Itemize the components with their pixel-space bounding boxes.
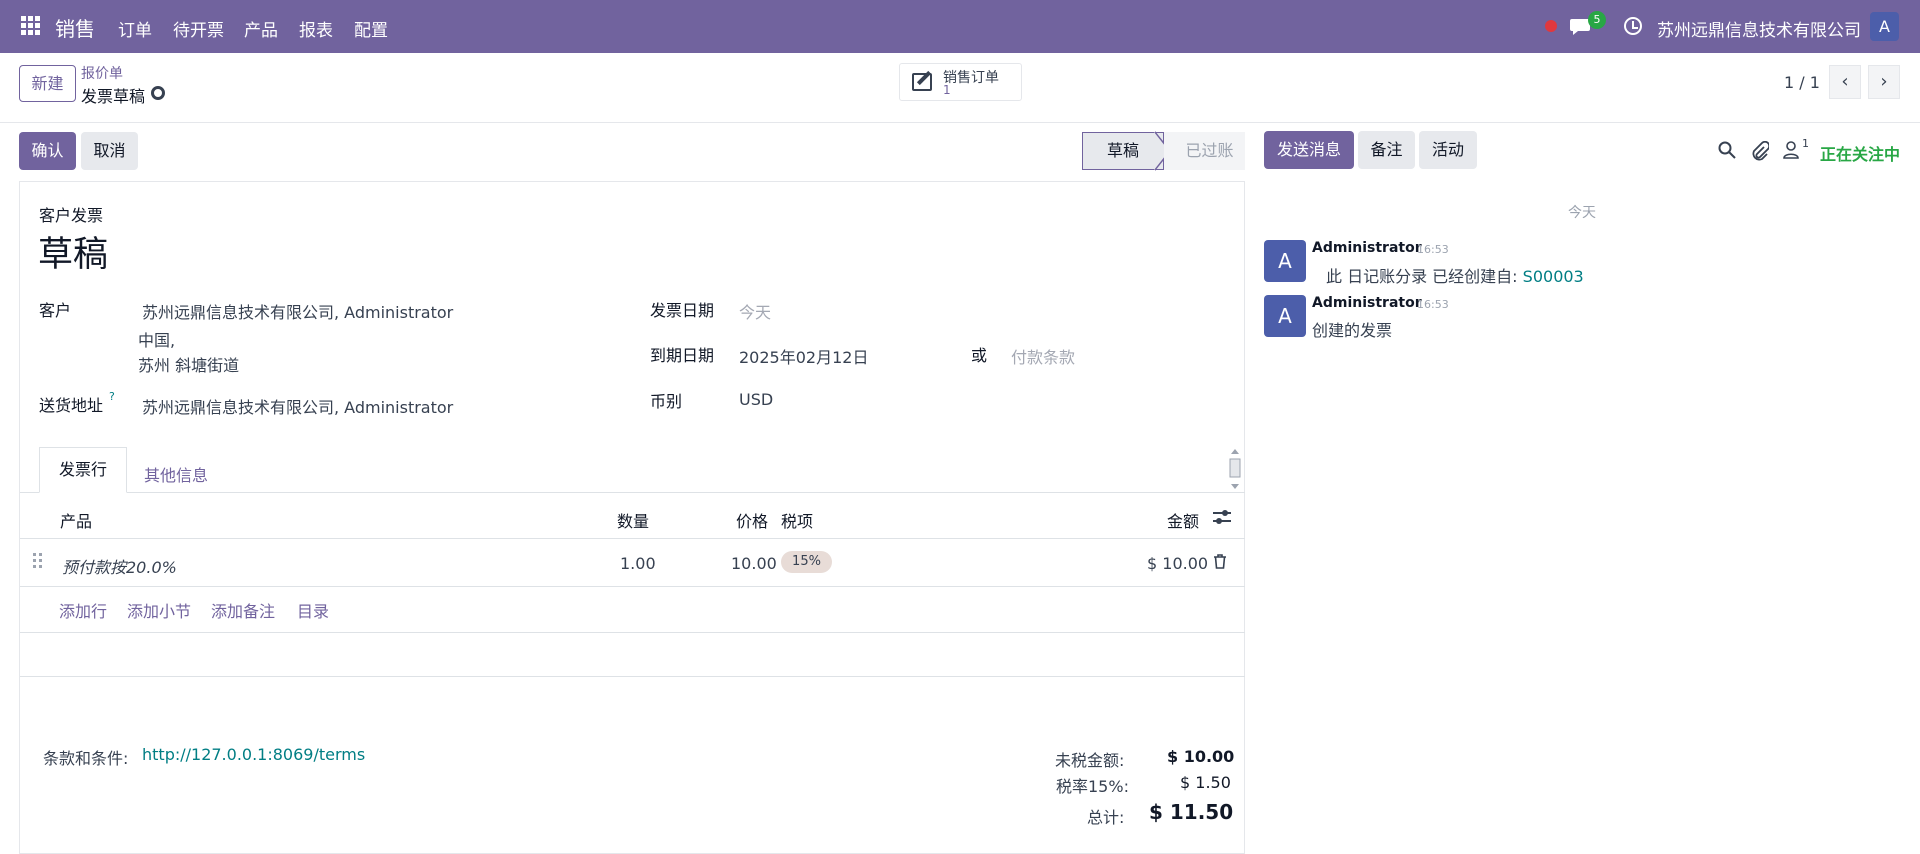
new-button[interactable]: 新建 [19,65,76,102]
customer-address-line2: 苏州 斜塘街道 [138,356,240,375]
terms-label: 条款和条件: [43,749,129,768]
line-price[interactable]: 10.00 [731,554,777,573]
menu-reports[interactable]: 报表 [299,16,333,41]
line-amount: $ 10.00 [1147,554,1209,573]
col-quantity[interactable]: 数量 [617,508,649,532]
user-avatar[interactable]: A [1870,12,1899,41]
followers-icon[interactable] [1783,141,1799,159]
divider [20,676,1246,677]
top-navbar: 销售 订单 待开票 产品 报表 配置 5 苏州远鼎信息技术有限公司 A [0,0,1920,53]
recording-indicator-icon[interactable] [1545,20,1557,32]
add-line-link[interactable]: 添加行 [59,598,107,622]
lines-table-header: 产品 数量 价格 税项 金额 [20,493,1246,539]
due-date-field[interactable]: 2025年02月12日 [739,344,868,368]
stage-draft[interactable]: 草稿 [1082,132,1164,170]
menu-products[interactable]: 产品 [244,16,278,41]
tax-value: $ 1.50 [1180,773,1231,792]
total-value: $ 11.50 [1149,800,1234,824]
due-date-label: 到期日期 [650,346,715,365]
delivery-address-field[interactable]: 苏州远鼎信息技术有限公司, Administrator [142,394,453,418]
message-body: 此 日记账分录 已经创建自: S00003 [1326,263,1584,287]
delivery-address-label: 送货地址 [39,396,104,415]
drag-handle-icon[interactable] [33,553,43,569]
trash-icon[interactable] [1214,554,1226,569]
form-sheet: 客户发票 草稿 客户 苏州远鼎信息技术有限公司, Administrator 中… [19,181,1246,854]
sales-order-smart-button[interactable]: 销售订单 1 [899,63,1022,101]
followers-count: 1 [1802,137,1809,150]
customer-field[interactable]: 苏州远鼎信息技术有限公司, Administrator [142,299,453,323]
catalog-link[interactable]: 目录 [297,598,329,622]
invoice-date-field[interactable]: 今天 [739,299,771,323]
activity-clock-icon[interactable] [1624,17,1642,35]
company-switcher[interactable]: 苏州远鼎信息技术有限公司 [1657,16,1861,41]
line-product[interactable]: 预付款按20.0% [62,554,177,578]
line-quantity[interactable]: 1.00 [620,554,656,573]
tax-badge[interactable]: 15% [781,551,832,573]
pager-next-icon[interactable]: › [1868,65,1900,99]
menu-orders[interactable]: 订单 [118,16,152,41]
customer-address-line1: 中国, [138,331,176,350]
avatar[interactable]: A [1264,295,1306,337]
stage-posted[interactable]: 已过账 [1164,132,1245,170]
smart-button-count: 1 [943,83,951,97]
total-label: 总计: [1087,808,1125,827]
invoice-date-label: 发票日期 [650,301,715,320]
paperclip-icon[interactable] [1751,141,1769,161]
tab-other-info[interactable]: 其他信息 [144,462,208,486]
cancel-button[interactable]: 取消 [81,132,138,170]
terms-link[interactable]: http://127.0.0.1:8069/terms [142,745,365,764]
untaxed-amount-label: 未税金额: [1055,751,1125,770]
tab-invoice-lines[interactable]: 发票行 [39,447,127,493]
gear-icon[interactable] [151,86,165,100]
message-time: 16:53 [1417,298,1449,311]
scroll-handle-icon[interactable] [1229,449,1241,489]
or-label: 或 [971,346,988,365]
confirm-button[interactable]: 确认 [19,132,76,170]
edit-icon [912,73,932,91]
col-price[interactable]: 价格 [736,508,768,532]
tax-label: 税率15%: [1056,777,1129,796]
avatar[interactable]: A [1264,240,1306,282]
following-status[interactable]: 正在关注中 [1820,141,1900,165]
date-separator: 今天 [1568,205,1596,221]
payment-terms-field[interactable]: 付款条款 [1011,344,1075,368]
control-panel: 新建 报价单 发票草稿 销售订单 1 1 / 1 ‹ › [0,53,1920,123]
message-text: 此 日记账分录 已经创建自: [1326,267,1518,286]
invoice-title: 草稿 [38,235,109,275]
message-author[interactable]: Administrator [1312,240,1422,256]
message-count-badge: 5 [1588,11,1606,29]
pager-prev-icon[interactable]: ‹ [1829,65,1861,99]
menu-to-invoice[interactable]: 待开票 [173,16,224,41]
message-author[interactable]: Administrator [1312,295,1422,311]
add-section-link[interactable]: 添加小节 [127,598,191,622]
column-settings-icon[interactable] [1213,510,1231,524]
breadcrumb-current: 发票草稿 [81,87,146,106]
table-row[interactable]: 预付款按20.0% 1.00 10.00 15% $ 10.00 [20,539,1246,587]
log-note-button[interactable]: 备注 [1358,131,1415,169]
add-note-link[interactable]: 添加备注 [211,598,275,622]
search-icon[interactable] [1718,141,1736,159]
col-amount[interactable]: 金额 [1167,508,1199,532]
pager-value[interactable]: 1 / 1 [1784,73,1820,92]
invoice-type-label: 客户发票 [39,206,104,225]
currency-field[interactable]: USD [739,390,773,409]
smart-button-label: 销售订单 [943,70,999,86]
help-tooltip-icon[interactable]: ? [109,390,115,403]
col-product[interactable]: 产品 [60,508,92,532]
app-brand[interactable]: 销售 [55,13,95,42]
message-body: 创建的发票 [1312,321,1393,340]
menu-configuration[interactable]: 配置 [354,16,388,41]
divider [20,632,1246,633]
message-link[interactable]: S00003 [1523,267,1584,286]
untaxed-amount-value: $ 10.00 [1167,747,1235,766]
col-taxes[interactable]: 税项 [781,508,813,532]
send-message-button[interactable]: 发送消息 [1264,131,1354,169]
customer-label: 客户 [39,301,72,320]
message-time: 16:53 [1417,243,1449,256]
currency-label: 币别 [650,392,683,411]
breadcrumb-parent[interactable]: 报价单 [81,63,123,83]
activity-button[interactable]: 活动 [1419,131,1477,169]
chatter-panel: 发送消息 备注 活动 1 正在关注中 今天 A Administrator 16… [1245,123,1920,854]
apps-menu-icon[interactable] [21,16,41,36]
